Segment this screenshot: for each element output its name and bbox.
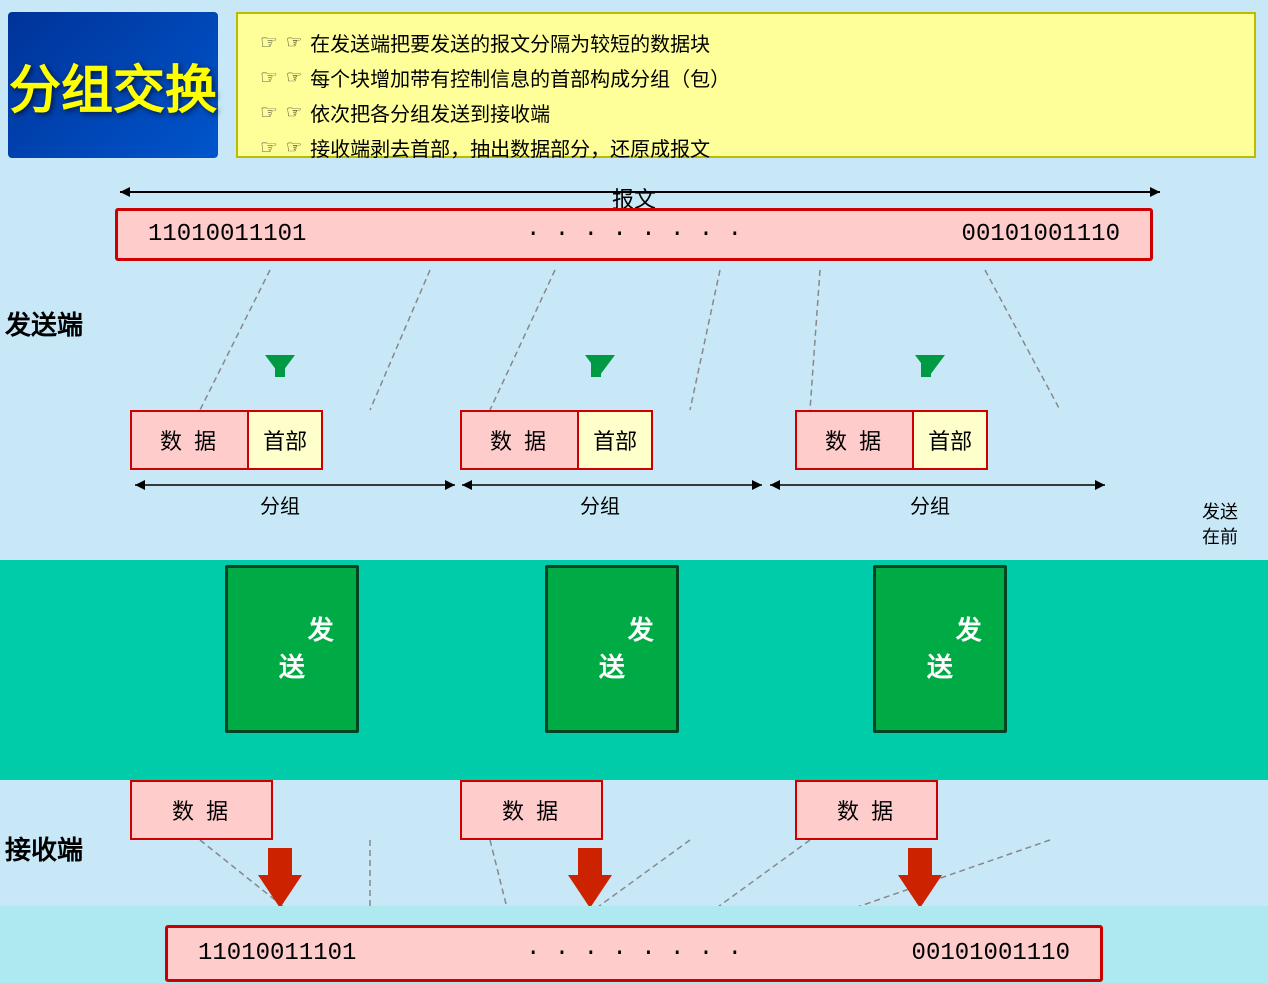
packet-2-data: 数 据 (460, 410, 577, 470)
packet-2-header: 首部 (577, 410, 653, 470)
info-box: ☞ 在发送端把要发送的报文分隔为较短的数据块 ☞ 每个块增加带有控制信息的首部构… (236, 12, 1256, 158)
bottom-binary-right: 00101001110 (912, 940, 1070, 967)
bullet-1: ☞ (286, 32, 302, 53)
send-button-3: 发 送 (873, 565, 1007, 733)
fasong-qian-label: 发送 在前 (1202, 500, 1238, 550)
bottom-binary-box: 11010011101 · · · · · · · · 00101001110 (165, 925, 1103, 982)
recv-packet-3: 数 据 (795, 780, 938, 840)
binary-dots: · · · · · · · · (526, 221, 742, 248)
main-diagram: 报文 发送端 11010011101 · · · · · · · · 00101… (0, 170, 1268, 906)
bullet-4: ☞ (286, 137, 302, 158)
recv-packet-2: 数 据 (460, 780, 603, 840)
info-text-2: 每个块增加带有控制信息的首部构成分组（包） (310, 63, 730, 92)
info-item-1: ☞ 在发送端把要发送的报文分隔为较短的数据块 (260, 28, 1232, 57)
message-binary-box: 11010011101 · · · · · · · · 00101001110 (115, 208, 1153, 261)
packet-1-header: 首部 (247, 410, 323, 470)
fenzhu-2-label: 分组 (580, 490, 620, 519)
bullet-3: ☞ (286, 102, 302, 123)
info-item-2: ☞ 每个块增加带有控制信息的首部构成分组（包） (260, 63, 1232, 92)
binary-right: 00101001110 (962, 221, 1120, 248)
header: 分组交换 ☞ 在发送端把要发送的报文分隔为较短的数据块 ☞ 每个块增加带有控制信… (0, 0, 1268, 170)
send-button-2: 发 送 (545, 565, 679, 733)
binary-left: 11010011101 (148, 221, 306, 248)
packet-3-data: 数 据 (795, 410, 912, 470)
packet-2: 数 据 首部 (460, 410, 653, 470)
info-text-1: 在发送端把要发送的报文分隔为较短的数据块 (310, 28, 710, 57)
page: 分组交换 ☞ 在发送端把要发送的报文分隔为较短的数据块 ☞ 每个块增加带有控制信… (0, 0, 1268, 906)
bullet-2: ☞ (286, 67, 302, 88)
packet-1-data: 数 据 (130, 410, 247, 470)
bottom-binary-dots: · · · · · · · · (526, 940, 742, 967)
info-item-3: ☞ 依次把各分组发送到接收端 (260, 98, 1232, 127)
bottom-binary-left: 11010011101 (198, 940, 356, 967)
info-text-4: 接收端剥去首部，抽出数据部分，还原成报文 (310, 133, 710, 162)
send-button-1: 发 送 (225, 565, 359, 733)
packet-1: 数 据 首部 (130, 410, 323, 470)
page-title: 分组交换 (9, 48, 217, 123)
fasongduan-label: 发送端 (5, 305, 83, 342)
packet-3-header: 首部 (912, 410, 988, 470)
fenzhu-3-label: 分组 (910, 490, 950, 519)
info-text-3: 依次把各分组发送到接收端 (310, 98, 550, 127)
fenzhu-1-label: 分组 (260, 490, 300, 519)
jieshoudan-label: 接收端 (5, 830, 83, 867)
recv-packet-1: 数 据 (130, 780, 273, 840)
packet-3: 数 据 首部 (795, 410, 988, 470)
info-item-4: ☞ 接收端剥去首部，抽出数据部分，还原成报文 (260, 133, 1232, 162)
title-box: 分组交换 (8, 12, 218, 158)
